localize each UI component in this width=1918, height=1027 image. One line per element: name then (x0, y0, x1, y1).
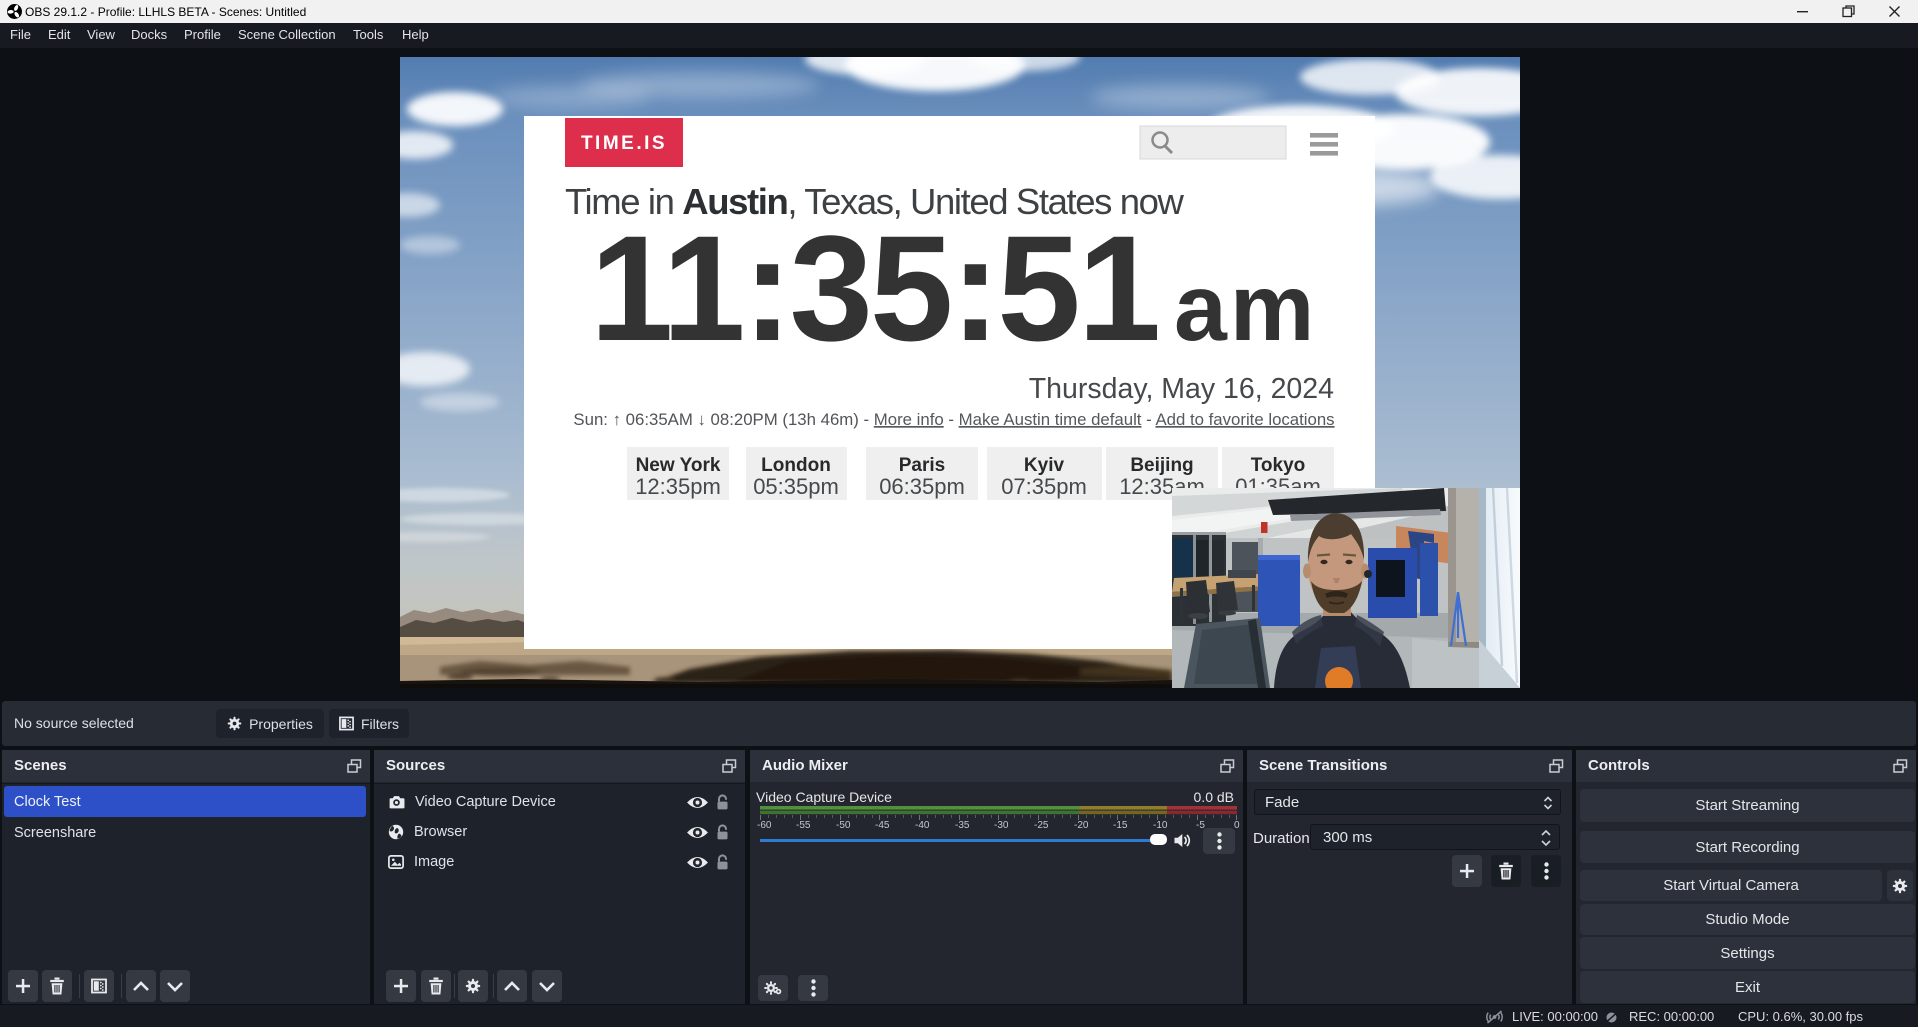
svg-text:Tokyo: Tokyo (1251, 455, 1306, 476)
svg-text:11:35:51: 11:35:51 (590, 204, 1158, 372)
svg-text:Beijing: Beijing (1130, 455, 1193, 476)
svg-text:05:35pm: 05:35pm (753, 474, 839, 499)
svg-text:Sun: ↑ 06:35AM ↓ 08:20PM (13h: Sun: ↑ 06:35AM ↓ 08:20PM (13h 46m) - Mor… (573, 410, 1334, 429)
svg-text:New York: New York (636, 455, 721, 476)
svg-text:Thursday, May 16, 2024: Thursday, May 16, 2024 (1029, 373, 1334, 405)
svg-text:London: London (761, 455, 831, 476)
svg-text:12:35pm: 12:35pm (635, 474, 721, 499)
svg-text:Paris: Paris (899, 455, 945, 476)
svg-text:07:35pm: 07:35pm (1001, 474, 1087, 499)
svg-text:06:35pm: 06:35pm (879, 474, 965, 499)
svg-text:TIME.IS: TIME.IS (581, 133, 667, 154)
svg-text:Kyiv: Kyiv (1024, 455, 1065, 476)
svg-text:am: am (1174, 255, 1317, 361)
